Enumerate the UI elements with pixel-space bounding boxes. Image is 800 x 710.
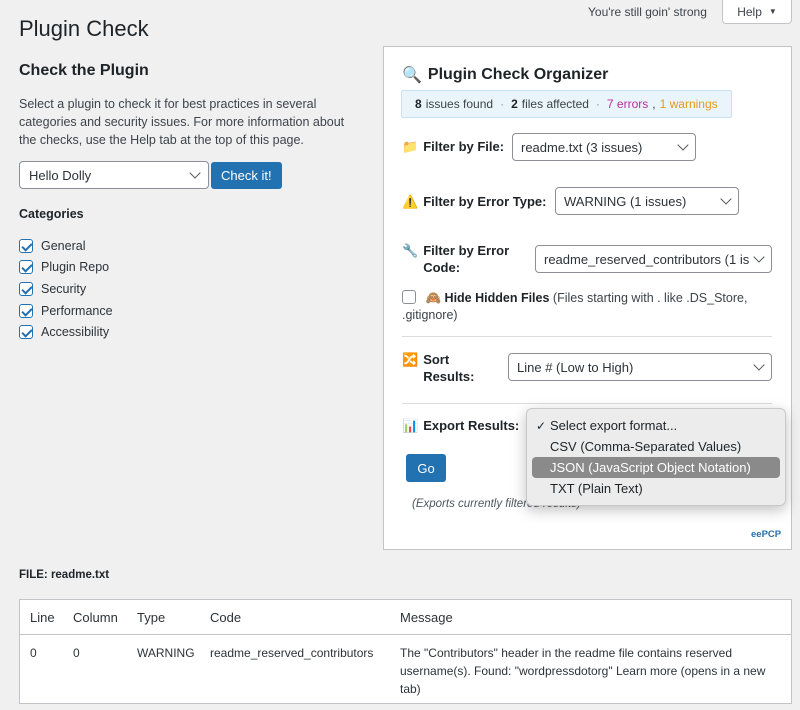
hide-hidden-label: Hide Hidden Files bbox=[444, 291, 550, 305]
filter-file-label-text: Filter by File: bbox=[423, 139, 505, 154]
table-header-divider bbox=[20, 634, 791, 635]
category-label: Plugin Repo bbox=[41, 260, 110, 275]
wrench-icon: 🔧 bbox=[402, 243, 419, 258]
export-label-text: Export Results: bbox=[423, 418, 520, 433]
issues-text: issues found bbox=[425, 97, 494, 111]
column-header-line: Line bbox=[30, 610, 55, 625]
credit-link[interactable]: eePCP bbox=[751, 529, 781, 540]
category-label: Security bbox=[41, 281, 87, 296]
category-security[interactable]: Security bbox=[19, 278, 359, 300]
category-label: General bbox=[41, 238, 86, 253]
summary-separator: · bbox=[500, 97, 505, 111]
category-label: Accessibility bbox=[41, 325, 110, 340]
chevron-down-icon bbox=[720, 193, 732, 205]
filter-error-type-value: WARNING (1 issues) bbox=[564, 193, 687, 209]
checkbox-accessibility[interactable] bbox=[19, 325, 33, 340]
section-description: Select a plugin to check it for best pra… bbox=[19, 97, 345, 147]
plugin-select-value: Hello Dolly bbox=[29, 167, 92, 183]
plugin-select[interactable]: Hello Dolly bbox=[19, 161, 209, 189]
label-line: Sort bbox=[423, 352, 450, 367]
divider bbox=[402, 336, 772, 337]
cell-line: 0 bbox=[30, 646, 37, 660]
go-button[interactable]: Go bbox=[406, 454, 446, 482]
section-title: Check the Plugin bbox=[19, 62, 149, 79]
sort-label-text: Sort Results: bbox=[423, 351, 474, 385]
filter-error-type-label: ⚠️ Filter by Error Type: bbox=[402, 193, 546, 210]
cell-code: readme_reserved_contributors bbox=[210, 646, 374, 660]
check-plugin-section: Check the Plugin Select a plugin to chec… bbox=[19, 62, 359, 343]
categories-title: Categories bbox=[19, 207, 84, 221]
filter-error-code-label: 🔧 Filter by Error Code: bbox=[402, 242, 509, 276]
files-text: files affected bbox=[521, 97, 589, 111]
files-count: 2 bbox=[511, 97, 518, 111]
cell-type: WARNING bbox=[137, 646, 195, 660]
warnings-count: 1 warnings bbox=[659, 97, 718, 111]
summary-comma: , bbox=[652, 97, 656, 111]
status-text: You're still goin' strong bbox=[588, 5, 707, 19]
folder-icon: 📁 bbox=[402, 139, 419, 154]
monkey-icon: 🙈 bbox=[425, 291, 442, 305]
checkbox-plugin-repo[interactable] bbox=[19, 260, 33, 275]
category-label: Performance bbox=[41, 303, 113, 318]
category-general[interactable]: General bbox=[19, 235, 359, 257]
hide-hidden-checkbox[interactable] bbox=[402, 290, 416, 304]
issues-count: 8 bbox=[415, 97, 422, 111]
filter-error-type-select[interactable]: WARNING (1 issues) bbox=[555, 187, 739, 215]
filter-file-value: readme.txt (3 issues) bbox=[521, 139, 643, 155]
category-plugin-repo[interactable]: Plugin Repo bbox=[19, 257, 359, 279]
shuffle-icon: 🔀 bbox=[402, 352, 419, 367]
label-line: Code: bbox=[423, 260, 461, 275]
categories-list: General Plugin Repo Security Performance… bbox=[19, 235, 359, 343]
filter-file-label: 📁 Filter by File: bbox=[402, 138, 504, 155]
chevron-down-icon bbox=[677, 139, 689, 151]
organizer-title-text: Plugin Check Organizer bbox=[427, 66, 609, 83]
label-line: Results: bbox=[423, 369, 475, 384]
category-performance[interactable]: Performance bbox=[19, 300, 359, 322]
checkbox-general[interactable] bbox=[19, 238, 33, 253]
divider bbox=[402, 403, 772, 404]
export-label: 📊 Export Results: bbox=[402, 417, 519, 434]
help-label: Help bbox=[737, 4, 762, 19]
hide-hidden-files-row[interactable]: 🙈 Hide Hidden Files (Files starting with… bbox=[402, 290, 772, 324]
cell-column: 0 bbox=[73, 646, 80, 660]
issues-summary: 8 issues found · 2 files affected · 7 er… bbox=[401, 90, 732, 118]
help-tab-button[interactable]: Help ▼ bbox=[722, 0, 792, 24]
sort-select[interactable]: Line # (Low to High) bbox=[508, 353, 772, 381]
label-line: Filter by Error bbox=[423, 243, 510, 258]
cell-message: The "Contributors" header in the readme … bbox=[400, 646, 766, 696]
export-option-txt[interactable]: TXT (Plain Text) bbox=[532, 478, 780, 499]
chevron-down-icon bbox=[753, 359, 765, 371]
bar-chart-icon: 📊 bbox=[402, 418, 419, 433]
column-header-column: Column bbox=[73, 610, 118, 625]
file-heading: FILE: readme.txt bbox=[19, 569, 110, 581]
magnifier-icon: 🔍 bbox=[402, 67, 422, 84]
checkbox-security[interactable] bbox=[19, 281, 33, 296]
column-header-type: Type bbox=[137, 610, 166, 625]
filter-error-type-label-text: Filter by Error Type: bbox=[423, 194, 547, 209]
column-header-message: Message bbox=[400, 610, 453, 625]
export-format-dropdown[interactable]: Select export format... CSV (Comma-Separ… bbox=[526, 408, 786, 506]
results-table: Line Column Type Code Message 0 0 WARNIN… bbox=[19, 599, 792, 704]
check-it-button[interactable]: Check it! bbox=[211, 161, 282, 189]
filter-file-select[interactable]: readme.txt (3 issues) bbox=[512, 133, 696, 161]
chevron-down-icon bbox=[753, 251, 765, 263]
page-title: Plugin Check bbox=[19, 16, 149, 41]
chevron-down-icon bbox=[189, 167, 201, 179]
column-header-code: Code bbox=[210, 610, 242, 625]
errors-count: 7 errors bbox=[606, 97, 649, 111]
export-option-json[interactable]: JSON (JavaScript Object Notation) bbox=[532, 457, 780, 478]
organizer-title: 🔍 Plugin Check Organizer bbox=[402, 65, 608, 85]
summary-separator: · bbox=[595, 97, 600, 111]
warning-icon: ⚠️ bbox=[402, 194, 419, 209]
sort-label: 🔀 Sort Results: bbox=[402, 351, 474, 385]
export-option-csv[interactable]: CSV (Comma-Separated Values) bbox=[532, 436, 780, 457]
filter-error-code-value: readme_reserved_contributors (1 is bbox=[544, 251, 750, 267]
checkbox-performance[interactable] bbox=[19, 303, 33, 318]
sort-value: Line # (Low to High) bbox=[517, 359, 634, 375]
filter-error-code-select[interactable]: readme_reserved_contributors (1 is bbox=[535, 245, 772, 273]
filter-error-code-label-text: Filter by Error Code: bbox=[423, 242, 509, 276]
category-accessibility[interactable]: Accessibility bbox=[19, 321, 359, 343]
export-option-placeholder[interactable]: Select export format... bbox=[532, 415, 780, 436]
caret-down-icon: ▼ bbox=[768, 7, 777, 16]
